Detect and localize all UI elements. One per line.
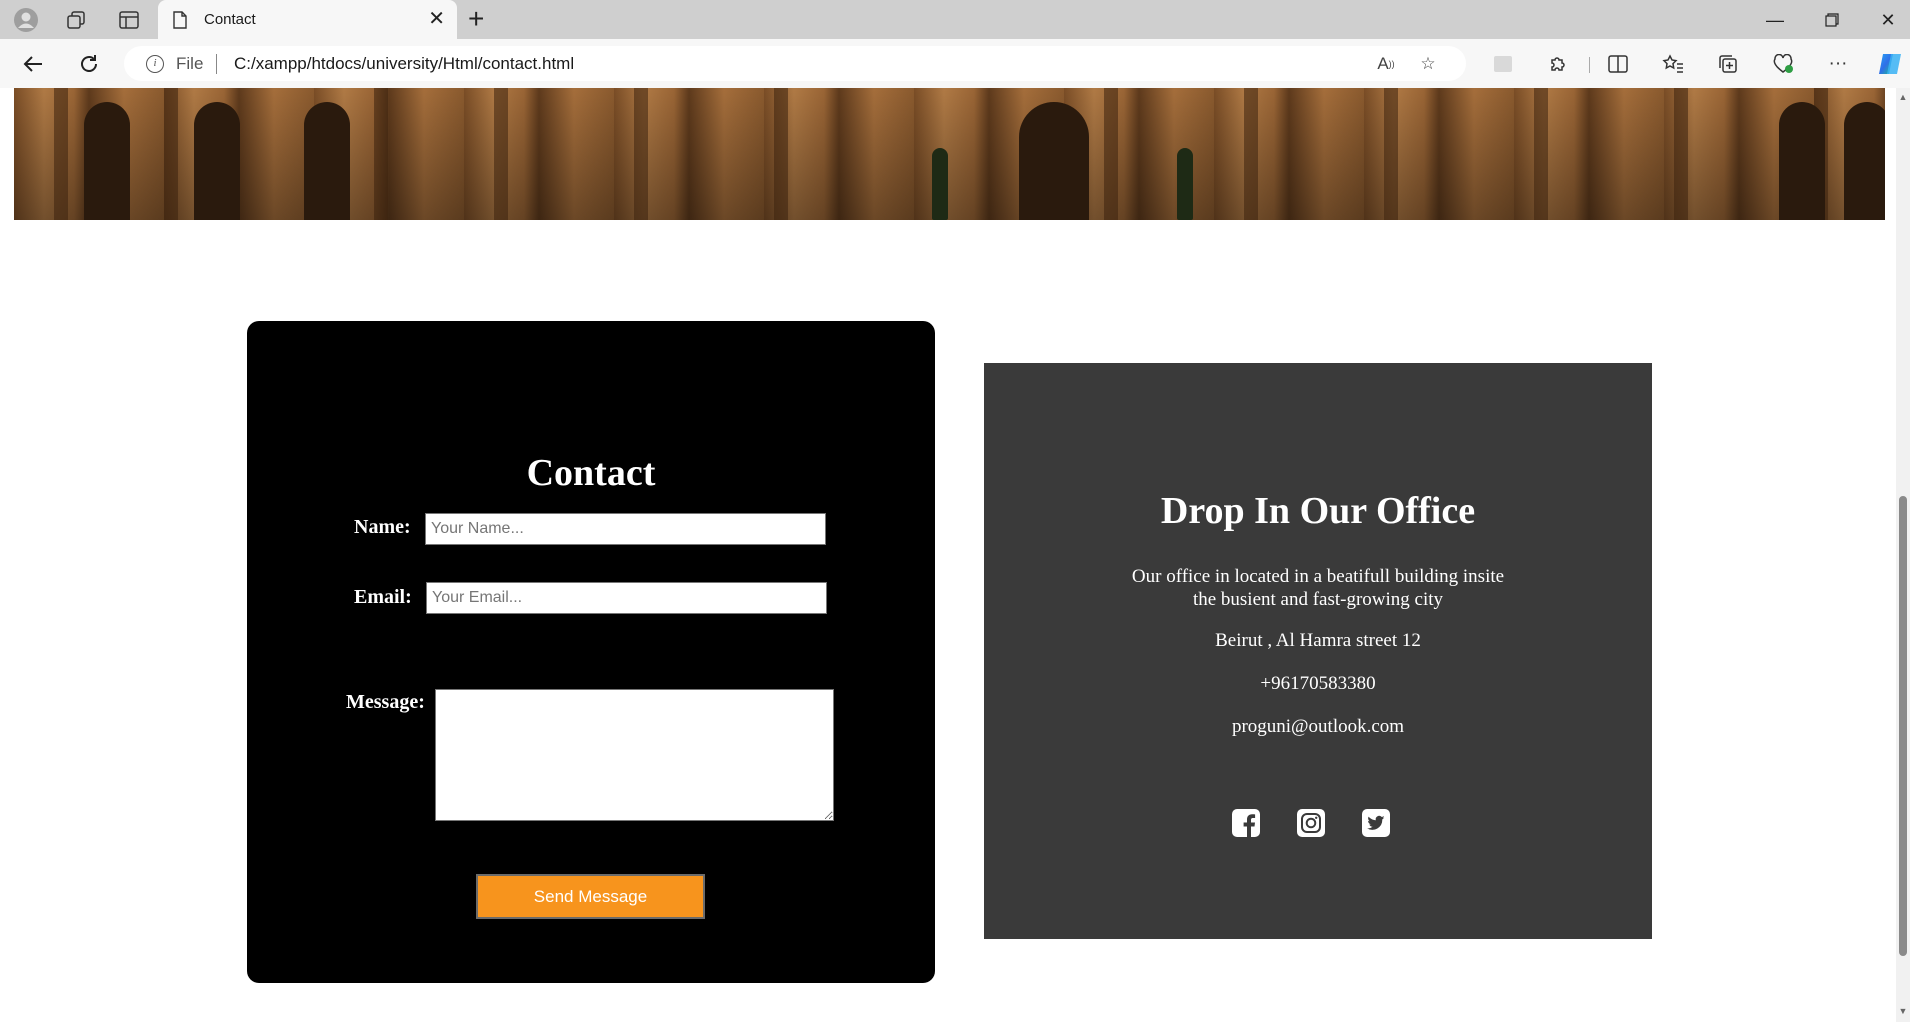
copilot-icon[interactable] (1877, 51, 1903, 77)
close-tab-icon[interactable]: ✕ (428, 8, 445, 30)
browser-essentials-icon[interactable] (1770, 51, 1796, 77)
office-title: Drop In Our Office (1160, 490, 1476, 532)
restore-icon[interactable] (1817, 6, 1847, 34)
address-url[interactable]: C:/xampp/htdocs/university/Html/contact.… (234, 54, 574, 74)
close-window-icon[interactable]: ✕ (1873, 6, 1903, 34)
office-phone: +96170583380 (1260, 673, 1376, 694)
name-input[interactable] (425, 513, 826, 545)
page-scrollbar[interactable]: ▲ ▼ (1896, 88, 1910, 1022)
message-label: Message: (346, 691, 425, 713)
page-icon (173, 11, 187, 29)
address-scheme: File (176, 54, 204, 73)
email-label: Email: (354, 586, 412, 608)
toolbar-divider (1589, 57, 1590, 73)
tab-title: Contact (204, 11, 256, 28)
browser-tab-contact[interactable]: Contact ✕ (158, 0, 457, 39)
scroll-up-icon[interactable]: ▲ (1898, 92, 1908, 102)
instagram-icon[interactable] (1296, 808, 1326, 838)
vertical-tabs-icon[interactable] (116, 7, 142, 33)
scroll-down-icon[interactable]: ▼ (1898, 1006, 1908, 1016)
office-description: Our office in located in a beatifull bui… (1131, 566, 1505, 610)
office-address: Beirut , Al Hamra street 12 (1215, 630, 1421, 651)
contact-form-card: Contact Name: Email: Message: Send Messa… (247, 321, 935, 983)
page-viewport: Contact Name: Email: Message: Send Messa… (0, 88, 1896, 1022)
more-options-icon[interactable]: ··· (1825, 51, 1851, 77)
contact-title: Contact (526, 452, 656, 494)
favorites-icon[interactable] (1660, 51, 1686, 77)
email-input[interactable] (426, 582, 827, 614)
message-textarea[interactable] (435, 689, 834, 821)
browser-navbar: i File C:/xampp/htdocs/university/Html/c… (0, 39, 1910, 88)
refresh-icon[interactable] (74, 49, 104, 79)
favorite-star-icon[interactable]: ☆ (1416, 53, 1440, 75)
workspaces-icon[interactable] (63, 7, 89, 33)
address-bar[interactable]: i File C:/xampp/htdocs/university/Html/c… (124, 46, 1466, 81)
read-aloud-icon[interactable]: A)) (1374, 53, 1398, 75)
facebook-icon[interactable] (1231, 808, 1261, 838)
twitter-icon[interactable] (1361, 808, 1391, 838)
extensions-puzzle-icon[interactable] (1545, 51, 1571, 77)
office-email: proguni@outlook.com (1231, 716, 1405, 737)
profile-avatar-icon[interactable] (13, 7, 39, 33)
scrollbar-thumb[interactable] (1899, 496, 1907, 956)
back-icon[interactable] (18, 49, 48, 79)
new-tab-icon[interactable]: + (468, 5, 484, 33)
send-message-button[interactable]: Send Message (476, 874, 705, 919)
address-separator (216, 54, 217, 74)
hero-building-image (14, 88, 1885, 220)
name-label: Name: (354, 516, 411, 538)
minimize-icon[interactable]: — (1760, 6, 1790, 34)
extension-placeholder-icon[interactable] (1490, 51, 1516, 77)
site-info-icon[interactable]: i (146, 55, 164, 73)
collections-icon[interactable] (1715, 51, 1741, 77)
browser-titlebar: Contact ✕ + — ✕ (0, 0, 1910, 39)
split-screen-icon[interactable] (1605, 51, 1631, 77)
office-info-card: Drop In Our Office Our office in located… (984, 363, 1652, 939)
